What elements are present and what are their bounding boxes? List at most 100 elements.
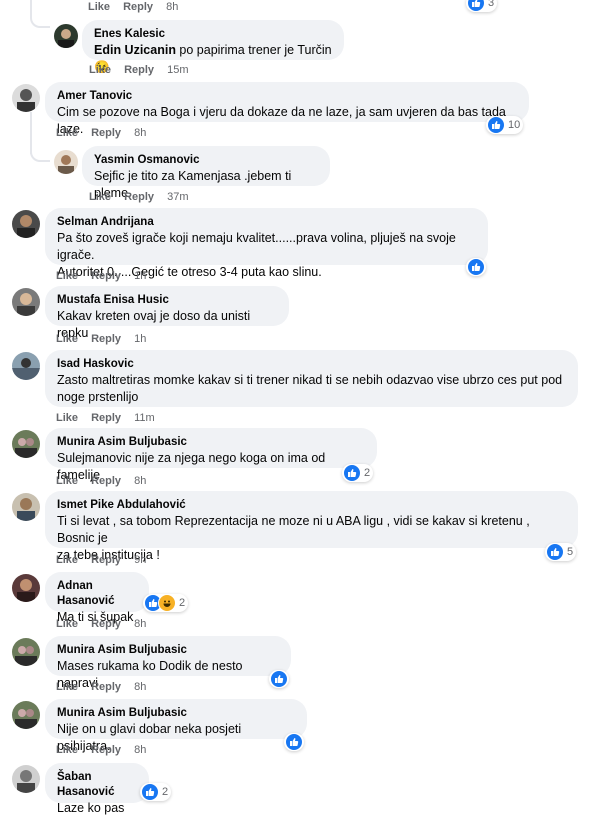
- comment-bubble: Munira Asim Buljubasic Mases rukama ko D…: [45, 636, 291, 690]
- like-link[interactable]: Like: [56, 412, 78, 424]
- thread-connector: [30, 6, 50, 28]
- like-link[interactable]: Like: [56, 618, 78, 630]
- avatar[interactable]: [54, 24, 78, 48]
- reaction-count: 2: [179, 597, 186, 609]
- comment-actions: Like Reply 8h: [88, 0, 188, 14]
- reply-link[interactable]: Reply: [91, 270, 121, 282]
- avatar[interactable]: [54, 150, 78, 174]
- reaction-count: 10: [508, 119, 521, 131]
- reaction-badge[interactable]: [284, 733, 304, 751]
- timestamp[interactable]: 8h: [134, 618, 146, 630]
- haha-emoji-icon: [158, 594, 176, 612]
- reaction-badge[interactable]: 2: [342, 464, 374, 482]
- comment-author[interactable]: Amer Tanovic: [57, 89, 517, 104]
- comment-bubble: Enes Kalesic Edin Uzicanin po papirima t…: [82, 20, 344, 74]
- avatar[interactable]: [12, 701, 40, 729]
- reply-link[interactable]: Reply: [91, 744, 121, 756]
- like-link[interactable]: Like: [56, 333, 78, 345]
- reaction-badge[interactable]: [269, 670, 289, 688]
- comment-author[interactable]: Mustafa Enisa Husic: [57, 293, 277, 308]
- thumbs-up-icon: [467, 0, 485, 12]
- like-link[interactable]: Like: [56, 681, 78, 693]
- comment-author[interactable]: Ismet Pike Abdulahović: [57, 498, 566, 513]
- avatar[interactable]: [12, 430, 40, 458]
- comment-bubble: Munira Asim Buljubasic Nije on u glavi d…: [45, 699, 307, 753]
- comment-bubble: Selman Andrijana Pa što zoveš igrače koj…: [45, 208, 488, 279]
- thumbs-up-icon: [467, 258, 485, 276]
- timestamp[interactable]: 37m: [167, 191, 188, 203]
- like-link[interactable]: Like: [56, 270, 78, 282]
- comment-author[interactable]: Munira Asim Buljubasic: [57, 643, 279, 658]
- avatar[interactable]: [12, 352, 40, 380]
- avatar[interactable]: [12, 288, 40, 316]
- timestamp[interactable]: 9h: [134, 554, 146, 566]
- timestamp[interactable]: 1h: [134, 270, 146, 282]
- like-link[interactable]: Like: [56, 127, 78, 139]
- avatar[interactable]: [12, 210, 40, 238]
- avatar[interactable]: [12, 765, 40, 793]
- thumbs-up-icon: [285, 733, 303, 751]
- reaction-badge[interactable]: 2: [140, 783, 172, 801]
- comment-author[interactable]: Munira Asim Buljubasic: [57, 435, 365, 450]
- timestamp[interactable]: 8h: [134, 744, 146, 756]
- like-link[interactable]: Like: [89, 191, 111, 203]
- comment-actions: Like Reply 8h: [56, 617, 156, 631]
- reply-link[interactable]: Reply: [91, 618, 121, 630]
- comment-actions: Like Reply 15m: [89, 63, 199, 77]
- comment-bubble: Mustafa Enisa Husic Kakav kreten ovaj je…: [45, 286, 289, 340]
- comment-author[interactable]: Munira Asim Buljubasic: [57, 706, 295, 721]
- comment-text: Laze ko pas: [57, 801, 125, 815]
- thumbs-up-icon: [487, 116, 505, 134]
- comment-bubble: Amer Tanovic Cim se pozove na Boga i vje…: [45, 82, 529, 136]
- reaction-badge[interactable]: 10: [486, 116, 524, 134]
- reply-link[interactable]: Reply: [91, 475, 121, 487]
- comment-bubble: Ismet Pike Abdulahović Ti si levat , sa …: [45, 491, 578, 562]
- comment-author[interactable]: Adnan Hasanović: [57, 579, 137, 609]
- avatar[interactable]: [12, 574, 40, 602]
- timestamp[interactable]: 8h: [134, 475, 146, 487]
- thumbs-up-icon: [343, 464, 361, 482]
- like-link[interactable]: Like: [56, 554, 78, 566]
- reaction-badge[interactable]: 3: [466, 0, 498, 12]
- reaction-badge[interactable]: [466, 258, 486, 276]
- comment-actions: Like Reply 8h: [56, 680, 156, 694]
- reply-link[interactable]: Reply: [123, 1, 153, 13]
- like-link[interactable]: Like: [89, 64, 111, 76]
- reply-link[interactable]: Reply: [91, 333, 121, 345]
- comment-actions: Like Reply 1h: [56, 269, 156, 283]
- reply-link[interactable]: Reply: [91, 681, 121, 693]
- like-link[interactable]: Like: [56, 744, 78, 756]
- comment-actions: Like Reply 9h: [56, 553, 156, 567]
- avatar[interactable]: [12, 84, 40, 112]
- reaction-badge[interactable]: 5: [545, 543, 577, 561]
- comment-actions: Like Reply 8h: [56, 743, 156, 757]
- reaction-count: 5: [567, 546, 574, 558]
- like-link[interactable]: Like: [88, 1, 110, 13]
- reply-link[interactable]: Reply: [124, 64, 154, 76]
- comment-author[interactable]: Yasmin Osmanovic: [94, 153, 318, 168]
- like-link[interactable]: Like: [56, 475, 78, 487]
- reply-link[interactable]: Reply: [91, 412, 121, 424]
- avatar[interactable]: [12, 493, 40, 521]
- comment-text-line: Ti si levat , sa tobom Reprezentacija ne…: [57, 514, 530, 545]
- avatar[interactable]: [12, 638, 40, 666]
- reply-link[interactable]: Reply: [124, 191, 154, 203]
- timestamp[interactable]: 15m: [167, 64, 188, 76]
- comment-actions: Like Reply 11m: [56, 411, 165, 425]
- reaction-count: 2: [364, 467, 371, 479]
- timestamp[interactable]: 11m: [134, 412, 155, 424]
- timestamp[interactable]: 1h: [134, 333, 146, 345]
- comment-bubble: Isad Haskovic Zasto maltretiras momke ka…: [45, 350, 578, 407]
- reply-link[interactable]: Reply: [91, 554, 121, 566]
- comment-author[interactable]: Enes Kalesic: [94, 27, 332, 42]
- timestamp[interactable]: 8h: [134, 127, 146, 139]
- comment-bubble: Adnan Hasanović Ma ti si šupak: [45, 572, 149, 624]
- timestamp[interactable]: 8h: [166, 1, 178, 13]
- reply-link[interactable]: Reply: [91, 127, 121, 139]
- comment-author[interactable]: Selman Andrijana: [57, 215, 476, 230]
- comment-author[interactable]: Šaban Hasanović: [57, 770, 137, 800]
- mention-link[interactable]: Edin Uzicanin: [94, 43, 176, 57]
- timestamp[interactable]: 8h: [134, 681, 146, 693]
- reaction-badge[interactable]: 2: [143, 594, 189, 612]
- comment-author[interactable]: Isad Haskovic: [57, 357, 566, 372]
